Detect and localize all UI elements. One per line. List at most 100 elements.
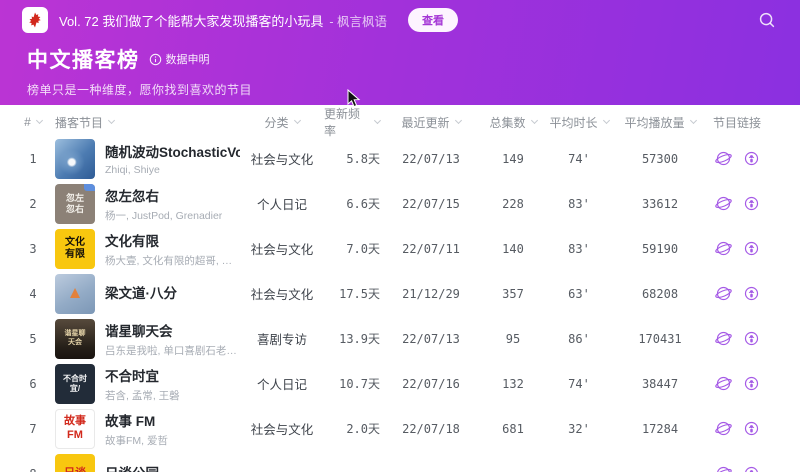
- recent-update-cell: 22/07/18: [402, 421, 460, 436]
- xiaoyuzhou-icon[interactable]: [714, 284, 733, 303]
- info-icon: [149, 53, 161, 65]
- frequency-cell: 7.0天: [346, 242, 380, 256]
- recent-update-cell: 22/07/13: [402, 151, 460, 166]
- apple-podcasts-icon[interactable]: [742, 239, 761, 258]
- episodes-cell: 228: [502, 196, 524, 211]
- xiaoyuzhou-icon[interactable]: [714, 239, 733, 258]
- podcast-authors: Zhiqi, Shiye: [105, 164, 160, 176]
- rank-cell: 1: [29, 151, 37, 166]
- category-cell: 社会与文化: [250, 288, 314, 302]
- rank-table: # 播客节目 分类 更新频率 最近更新 总集数 平均时长 平均播放量 节目链接 …: [0, 105, 800, 472]
- podcast-authors: 杨大壹, 文化有限的超哥, 星光: [105, 254, 240, 267]
- category-cell: 个人日记: [256, 378, 307, 392]
- col-header-category[interactable]: 分类: [240, 114, 324, 131]
- apple-podcasts-icon[interactable]: [742, 464, 761, 472]
- plays-cell: 38447: [641, 376, 679, 391]
- col-header-frequency[interactable]: 更新频率: [324, 105, 382, 139]
- col-header-recent[interactable]: 最近更新: [380, 114, 482, 131]
- apple-podcasts-icon[interactable]: [742, 419, 761, 438]
- links-cell: [706, 239, 768, 258]
- podcast-cover: 谐星聊天会: [55, 318, 95, 359]
- recent-update-cell: 22/07/11: [402, 241, 460, 256]
- podcast-cell[interactable]: 谐星聊天会 谐星聊天会 吕东是我啦, 单口喜剧石老板, 六兽儿...: [50, 318, 240, 359]
- table-row[interactable]: 8 日谈 日谈公园: [0, 451, 800, 472]
- podcast-cell[interactable]: ▲ 梁文道·八分: [50, 273, 240, 314]
- category-cell: 个人日记: [256, 198, 307, 212]
- frequency-cell: 6.6天: [346, 197, 380, 211]
- category-cell: 社会与文化: [250, 243, 314, 257]
- table-row[interactable]: 1 随机波动StochasticVolatility Zhiqi, Shiye …: [0, 136, 800, 181]
- hero-section: 中文播客榜 数据申明 榜单只是一种维度，愿你找到喜欢的节目: [0, 40, 800, 98]
- apple-podcasts-icon[interactable]: [742, 284, 761, 303]
- announcement-suffix: - 枫言枫语: [329, 14, 388, 29]
- apple-podcasts-icon[interactable]: [742, 374, 761, 393]
- podcast-cell[interactable]: 随机波动StochasticVolatility Zhiqi, Shiye: [50, 138, 240, 179]
- podcast-authors: 杨一, JustPod, Grenadier: [105, 209, 223, 222]
- duration-cell: 83': [568, 196, 590, 211]
- col-header-duration[interactable]: 平均时长: [544, 114, 614, 131]
- col-header-episodes[interactable]: 总集数: [482, 114, 544, 131]
- podcast-title[interactable]: 梁文道·八分: [105, 282, 177, 302]
- links-cell: [706, 329, 768, 348]
- plays-cell: 59190: [641, 241, 679, 256]
- apple-podcasts-icon[interactable]: [742, 194, 761, 213]
- col-header-rank[interactable]: #: [16, 115, 50, 129]
- podcast-cover: 故事FM: [55, 408, 95, 449]
- search-button[interactable]: [756, 9, 778, 31]
- xiaoyuzhou-icon[interactable]: [714, 329, 733, 348]
- podcast-cover: 文化有限: [55, 228, 95, 269]
- table-row[interactable]: 3 文化有限 文化有限 杨大壹, 文化有限的超哥, 星光 社会与文化 7.0天 …: [0, 226, 800, 271]
- col-header-plays[interactable]: 平均播放量: [614, 114, 706, 131]
- podcast-cell[interactable]: 故事FM 故事 FM 故事FM, 爱哲: [50, 408, 240, 449]
- view-button[interactable]: 查看: [408, 8, 459, 32]
- podcast-cell[interactable]: 忽左忽右 忽左忽右 杨一, JustPod, Grenadier: [50, 183, 240, 224]
- podcast-title[interactable]: 随机波动StochasticVolatility: [105, 141, 240, 161]
- podcast-title[interactable]: 忽左忽右: [105, 185, 222, 205]
- plays-cell: 33612: [641, 196, 679, 211]
- table-row[interactable]: 7 故事FM 故事 FM 故事FM, 爱哲 社会与文化 2.0天 22/07/1…: [0, 406, 800, 451]
- xiaoyuzhou-icon[interactable]: [714, 419, 733, 438]
- col-header-podcast[interactable]: 播客节目: [50, 114, 240, 131]
- apple-podcasts-icon[interactable]: [742, 329, 761, 348]
- podcast-cell[interactable]: 文化有限 文化有限 杨大壹, 文化有限的超哥, 星光: [50, 228, 240, 269]
- frequency-cell: 17.5天: [339, 287, 380, 301]
- table-row[interactable]: 2 忽左忽右 忽左忽右 杨一, JustPod, Grenadier 个人日记 …: [0, 181, 800, 226]
- table-header-row: # 播客节目 分类 更新频率 最近更新 总集数 平均时长 平均播放量 节目链接: [0, 105, 800, 139]
- podcast-title[interactable]: 谐星聊天会: [105, 320, 240, 340]
- rank-cell: 4: [29, 286, 37, 301]
- episodes-cell: 681: [502, 421, 524, 436]
- apple-podcasts-icon[interactable]: [742, 149, 761, 168]
- episodes-cell: 95: [505, 331, 521, 346]
- links-cell: [706, 194, 768, 213]
- recent-update-cell: 22/07/13: [402, 331, 460, 346]
- announcement-text[interactable]: Vol. 72 我们做了个能帮大家发现播客的小玩具 - 枫言枫语: [59, 11, 387, 30]
- podcast-cell[interactable]: 不合时宜/ 不合时宜 若含, 孟常, 王磬: [50, 363, 240, 404]
- frequency-cell: 13.9天: [339, 332, 380, 346]
- table-row[interactable]: 4 ▲ 梁文道·八分 社会与文化 17.5天 21/12/29 357 63' …: [0, 271, 800, 316]
- podcast-title[interactable]: 文化有限: [105, 230, 240, 250]
- podcast-title[interactable]: 不合时宜: [105, 365, 180, 385]
- xiaoyuzhou-icon[interactable]: [714, 464, 733, 472]
- sort-caret-icon: [689, 116, 697, 125]
- podcast-authors: 若含, 孟常, 王磬: [105, 389, 180, 402]
- sort-caret-icon: [107, 116, 116, 125]
- podcast-title[interactable]: 故事 FM: [105, 410, 168, 430]
- duration-cell: 63': [568, 286, 590, 301]
- podcast-title[interactable]: 日谈公园: [105, 462, 159, 472]
- podcast-cell[interactable]: 日谈 日谈公园: [50, 453, 240, 472]
- podcast-cover: 不合时宜/: [55, 363, 95, 404]
- links-cell: [706, 464, 768, 472]
- table-body: 1 随机波动StochasticVolatility Zhiqi, Shiye …: [0, 136, 800, 472]
- data-statement-link[interactable]: 数据申明: [149, 51, 210, 67]
- announcement-title: Vol. 72 我们做了个能帮大家发现播客的小玩具: [59, 13, 324, 29]
- xiaoyuzhou-icon[interactable]: [714, 149, 733, 168]
- frequency-cell: 10.7天: [339, 377, 380, 391]
- fengyan-fengyu-logo[interactable]: [22, 7, 48, 33]
- xiaoyuzhou-icon[interactable]: [714, 194, 733, 213]
- xiaoyuzhou-icon[interactable]: [714, 374, 733, 393]
- table-row[interactable]: 6 不合时宜/ 不合时宜 若含, 孟常, 王磬 个人日记 10.7天 22/07…: [0, 361, 800, 406]
- table-row[interactable]: 5 谐星聊天会 谐星聊天会 吕东是我啦, 单口喜剧石老板, 六兽儿... 喜剧专…: [0, 316, 800, 361]
- category-cell: 社会与文化: [250, 423, 314, 437]
- rank-cell: 3: [29, 241, 37, 256]
- category-cell: 喜剧专访: [256, 333, 307, 347]
